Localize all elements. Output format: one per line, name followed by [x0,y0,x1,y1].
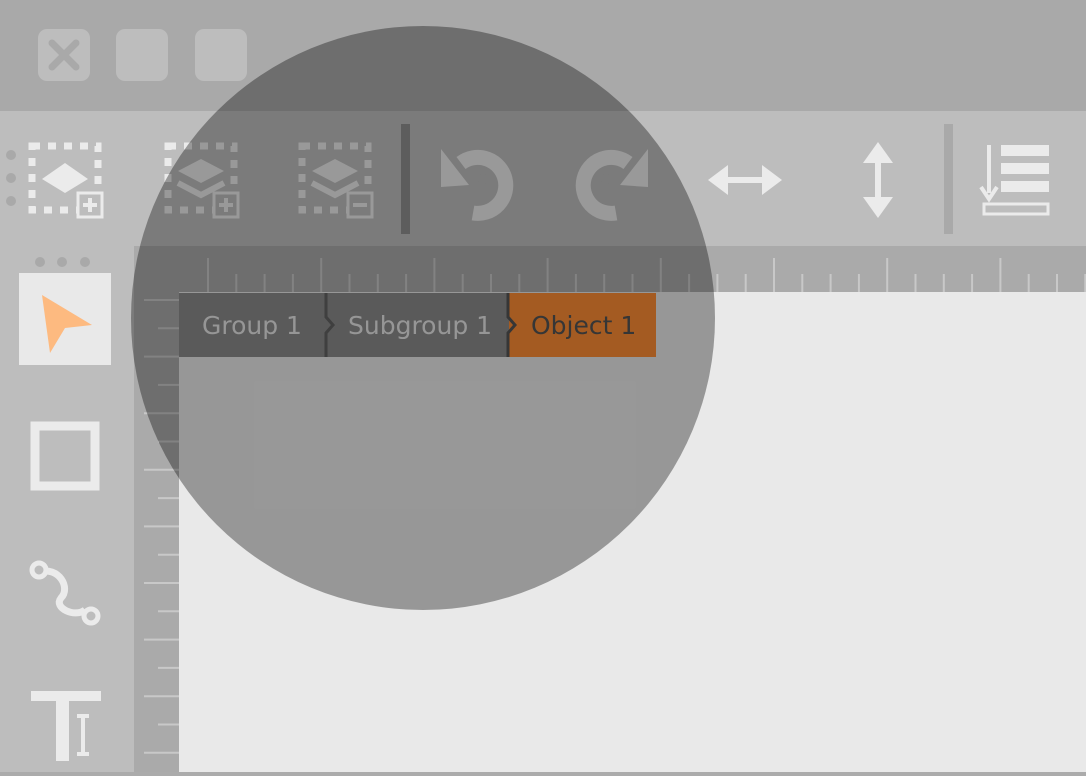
flip-horizontal-button[interactable] [702,137,788,223]
close-icon [48,39,80,71]
select-tool-button[interactable] [19,273,111,365]
vertical-ruler [134,292,179,772]
breadcrumb-item-label: Subgroup 1 [348,310,493,340]
add-group-icon [28,142,104,219]
breadcrumb-item-subgroup[interactable]: Subgroup 1 [328,293,509,357]
toolbar-separator [944,124,953,234]
add-layer-icon [164,142,240,219]
breadcrumb-item-group[interactable]: Group 1 [179,293,328,357]
vertical-arrows-icon [863,142,893,218]
align-bottom-button[interactable] [975,137,1061,223]
remove-layer-icon [298,142,374,219]
text-tool-button[interactable] [19,680,111,772]
breadcrumb: Group 1 Subgroup 1 Object 1 [179,293,656,357]
redo-button[interactable] [570,137,656,223]
redo-icon [575,149,648,221]
flip-vertical-button[interactable] [835,137,921,223]
text-tool-icon [31,691,101,761]
breadcrumb-item-object[interactable]: Object 1 [509,293,656,357]
remove-layer-button[interactable] [292,137,378,223]
breadcrumb-separator-icon [324,293,335,357]
breadcrumb-item-label: Group 1 [202,310,302,340]
horizontal-ruler [134,246,1086,292]
close-window-button[interactable] [38,29,90,81]
drawing-canvas[interactable] [179,292,1086,772]
maximize-window-button[interactable] [195,29,247,81]
path-tool-button[interactable] [19,546,111,638]
toolbar-separator [401,124,410,234]
breadcrumb-separator-icon [506,293,517,357]
bezier-curve-icon [29,560,101,626]
pointer-arrow-icon [42,295,92,353]
align-bottom-icon [979,145,1050,216]
undo-icon [441,149,514,221]
rectangle-tool-button[interactable] [19,409,111,501]
minimize-window-button[interactable] [116,29,168,81]
square-outline-icon [30,421,100,491]
add-layer-button[interactable] [158,137,244,223]
breadcrumb-item-label: Object 1 [531,310,637,340]
horizontal-arrows-icon [708,165,782,195]
undo-button[interactable] [433,137,519,223]
add-group-button[interactable] [22,137,108,223]
